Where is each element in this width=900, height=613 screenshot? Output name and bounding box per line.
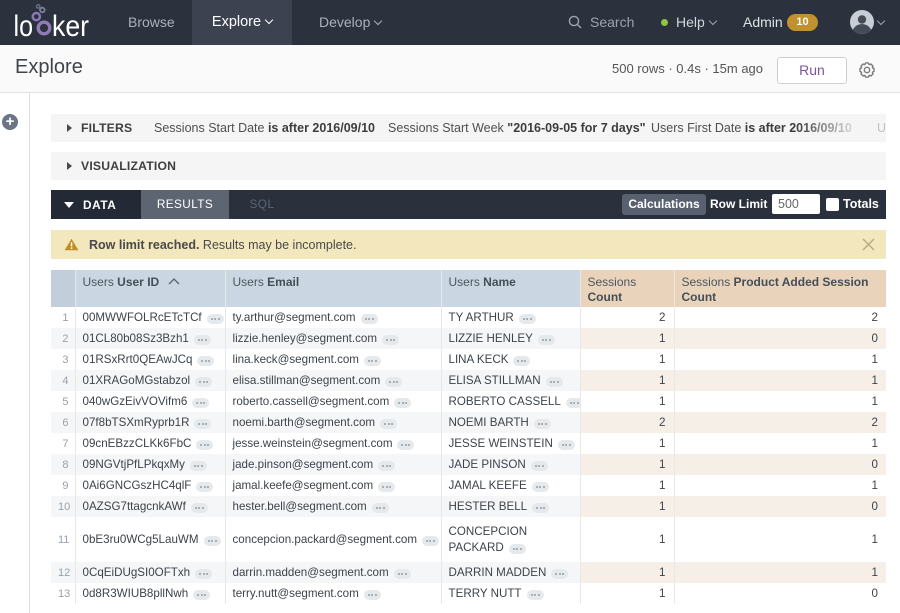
svg-text:ker: ker	[52, 10, 89, 43]
svg-text:lo: lo	[14, 10, 34, 43]
